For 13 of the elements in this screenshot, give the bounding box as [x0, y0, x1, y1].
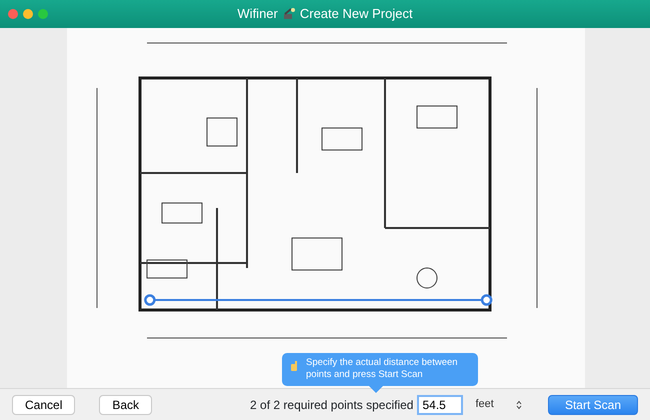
window-controls-drawing[interactable]: [8, 8, 50, 20]
satellite-icon: [282, 7, 296, 21]
measurement-line[interactable]: [144, 294, 492, 306]
back-button[interactable]: Back: [99, 394, 152, 414]
tooltip-text: Specify the actual distance between points and press Start Scan: [306, 357, 459, 382]
status-text: 2 of 2 required points specified: [250, 396, 414, 414]
unit-dropdown[interactable]: feet: [471, 396, 526, 413]
hand-icon: [290, 361, 298, 371]
cancel-button[interactable]: Cancel: [12, 394, 76, 414]
window-title: Wifiner: [237, 5, 278, 24]
distance-field[interactable]: 54.5: [417, 394, 464, 414]
window-title: Create New Project: [300, 5, 413, 24]
chevron-icon: [516, 400, 522, 410]
